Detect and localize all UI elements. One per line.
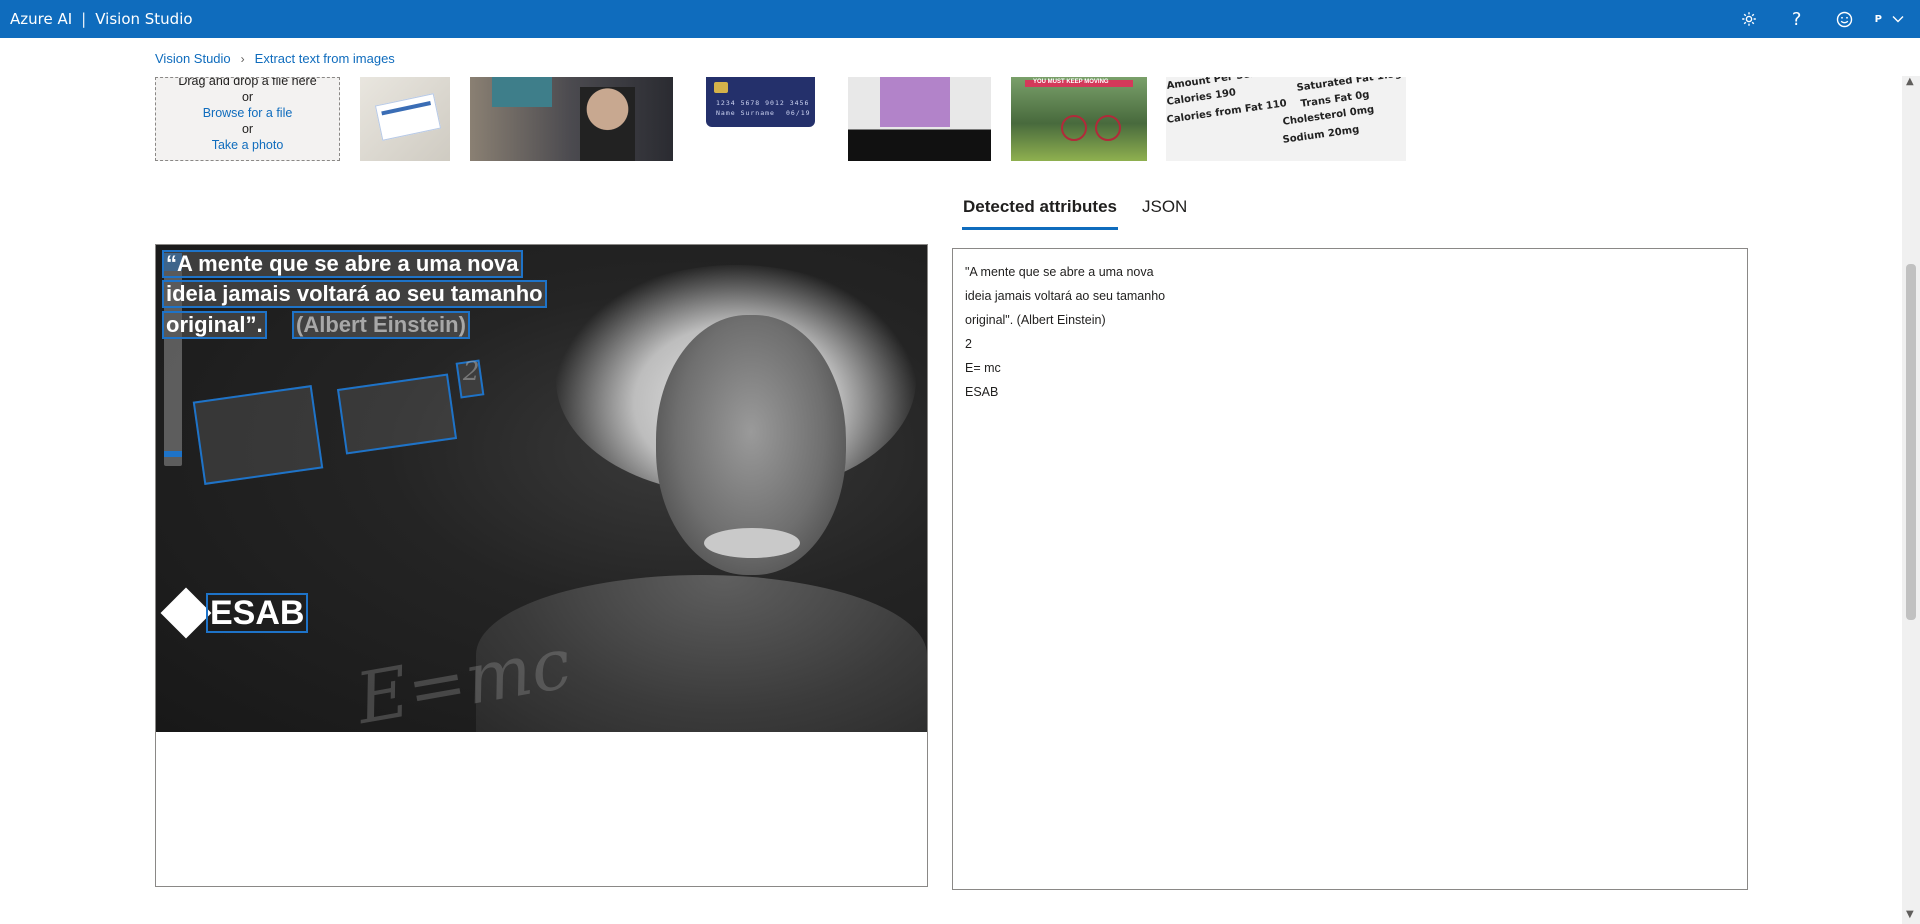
detected-line-1: “A mente que se abre a uma nova: [162, 250, 523, 278]
take-photo-link[interactable]: Take a photo: [156, 137, 339, 153]
detected-line-3-attribution: (Albert Einstein): [292, 311, 470, 339]
result-line: E= mc: [965, 361, 1001, 375]
person-shape: [580, 87, 635, 161]
result-line: 2: [965, 337, 972, 351]
card-number: 1234 5678 9012 3456: [716, 99, 810, 107]
detected-box-mc: [336, 373, 458, 455]
app-header: Azure AI | Vision Studio ? P: [0, 0, 1920, 38]
card-shape: [374, 93, 442, 141]
smiley-icon: [1836, 11, 1853, 27]
scroll-down-icon[interactable]: ▼: [1906, 909, 1914, 920]
sample-image-sticky-note[interactable]: [848, 77, 991, 161]
brand-vision-studio: Vision Studio: [95, 10, 193, 28]
brand[interactable]: Azure AI | Vision Studio: [0, 10, 193, 28]
result-tabs: Detected attributes JSON: [962, 193, 1211, 230]
result-line: ideia jamais voltará ao seu tamanho: [965, 289, 1166, 303]
breadcrumb: Vision Studio › Extract text from images: [155, 51, 395, 66]
badge-shape: [492, 77, 552, 107]
slider-marker: [164, 451, 182, 457]
sample-image-bicycle[interactable]: YOU MUST KEEP MOVING: [1011, 77, 1147, 161]
card-chip: [714, 82, 728, 93]
image-preview-panel: “A mente que se abre a uma nova ideia ja…: [155, 244, 928, 887]
browse-file-link[interactable]: Browse for a file: [156, 105, 339, 121]
detected-text-panel: "A mente que se abre a uma nova ideia ja…: [952, 248, 1748, 890]
tab-json[interactable]: JSON: [1142, 193, 1187, 230]
or-text-1: or: [241, 90, 254, 104]
card-expiry: 06/19: [786, 109, 811, 117]
settings-button[interactable]: [1725, 0, 1773, 38]
chevron-right-icon: ›: [240, 51, 245, 66]
upload-dropzone[interactable]: Drag and drop a file here or Browse for …: [155, 77, 340, 161]
breadcrumb-extract-text[interactable]: Extract text from images: [255, 51, 395, 66]
breadcrumb-vision-studio[interactable]: Vision Studio: [155, 51, 231, 66]
avatar: P: [1874, 13, 1882, 25]
result-line: original". (Albert Einstein): [965, 313, 1106, 327]
result-line: ESAB: [965, 385, 999, 399]
scrollbar-thumb[interactable]: [1906, 264, 1916, 620]
sample-image-id-card[interactable]: [360, 77, 450, 161]
or-text-2: or: [241, 122, 254, 136]
chevron-down-icon: [1892, 16, 1904, 23]
wheel-shape: [1061, 115, 1087, 141]
help-button[interactable]: ?: [1773, 0, 1821, 38]
detected-line-3: original”.: [162, 311, 267, 339]
tab-detected-attributes[interactable]: Detected attributes: [962, 193, 1118, 230]
note-shape: [880, 77, 950, 127]
detected-box-e: [192, 385, 324, 485]
brand-separator: |: [81, 10, 87, 28]
detected-line-2: ideia jamais voltará ao seu tamanho: [162, 280, 547, 308]
sign-text: YOU MUST KEEP MOVING: [1033, 79, 1109, 85]
help-icon: ?: [1791, 8, 1802, 30]
sample-image-nutrition[interactable]: Amount Per Serving Calories 190 Calories…: [1166, 77, 1406, 161]
account-menu[interactable]: P: [1875, 14, 1904, 25]
sample-image-badge[interactable]: [470, 77, 673, 161]
dropzone-text: Drag and drop a file here: [178, 77, 317, 88]
mustache-shape: [704, 528, 800, 558]
detected-esab: ESAB: [206, 593, 309, 633]
feedback-button[interactable]: [1821, 0, 1869, 38]
formula-superscript: 2: [463, 357, 480, 387]
card-name: Name Surname: [716, 109, 775, 117]
brand-azure-ai: Azure AI: [10, 10, 73, 28]
esab-logo-icon: [160, 587, 212, 639]
scroll-up-icon[interactable]: ▲: [1906, 76, 1914, 87]
gear-icon: [1741, 12, 1756, 26]
page-scrollbar[interactable]: ▲ ▼: [1902, 76, 1920, 924]
result-line: "A mente que se abre a uma nova: [965, 265, 1154, 279]
sample-image-credit-card[interactable]: 1234 5678 9012 3456 Name Surname 06/19: [706, 77, 815, 127]
analyzed-image: “A mente que se abre a uma nova ideia ja…: [156, 245, 927, 732]
wheel-shape: [1095, 115, 1121, 141]
